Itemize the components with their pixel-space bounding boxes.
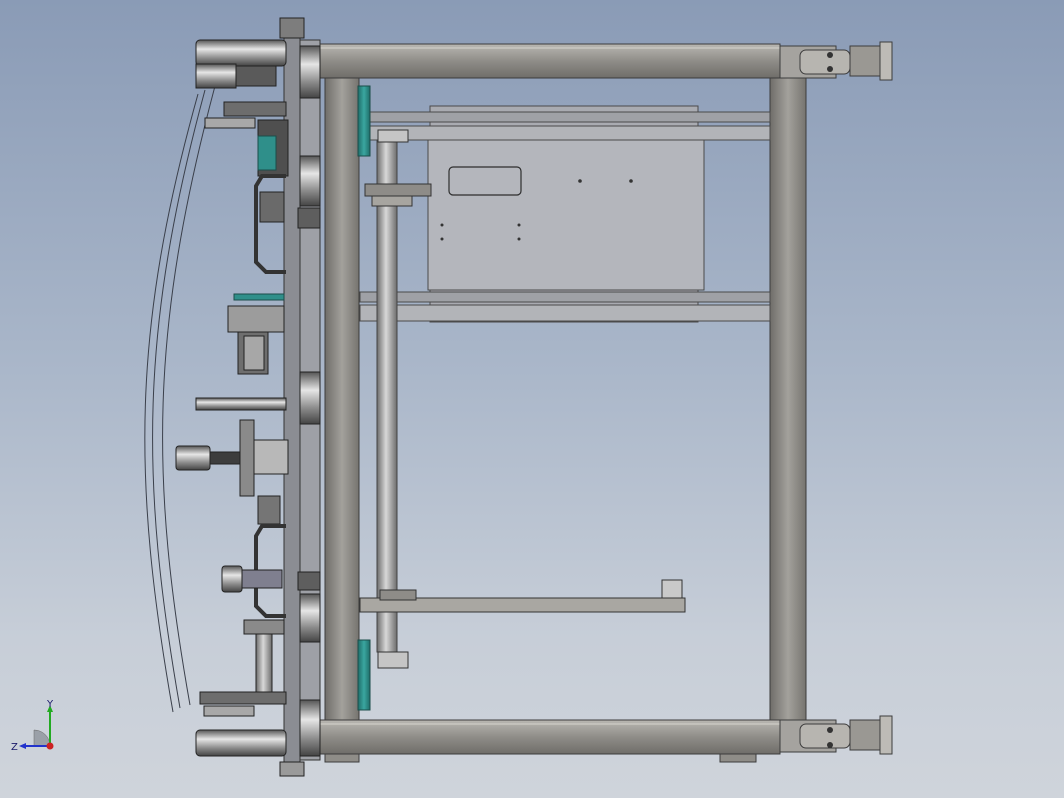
left-post <box>324 77 360 721</box>
cad-viewport[interactable]: Y Z <box>0 0 1064 798</box>
orientation-triad: Y Z <box>11 700 54 753</box>
x-axis-dot <box>46 742 54 750</box>
top-beam <box>319 43 781 79</box>
middle-cylinder <box>175 445 211 471</box>
center-panel <box>359 105 771 323</box>
teal-guides <box>357 85 371 711</box>
z-axis-label: Z <box>11 742 18 753</box>
bottom-beam <box>319 719 781 755</box>
lower-rail <box>359 291 771 303</box>
right-post <box>769 77 807 721</box>
top-cylinder <box>195 39 287 67</box>
upper-rail <box>359 111 771 123</box>
assembly-model-view[interactable] <box>0 0 1064 798</box>
y-axis-label: Y <box>46 700 54 710</box>
bottom-cylinder <box>195 729 287 757</box>
